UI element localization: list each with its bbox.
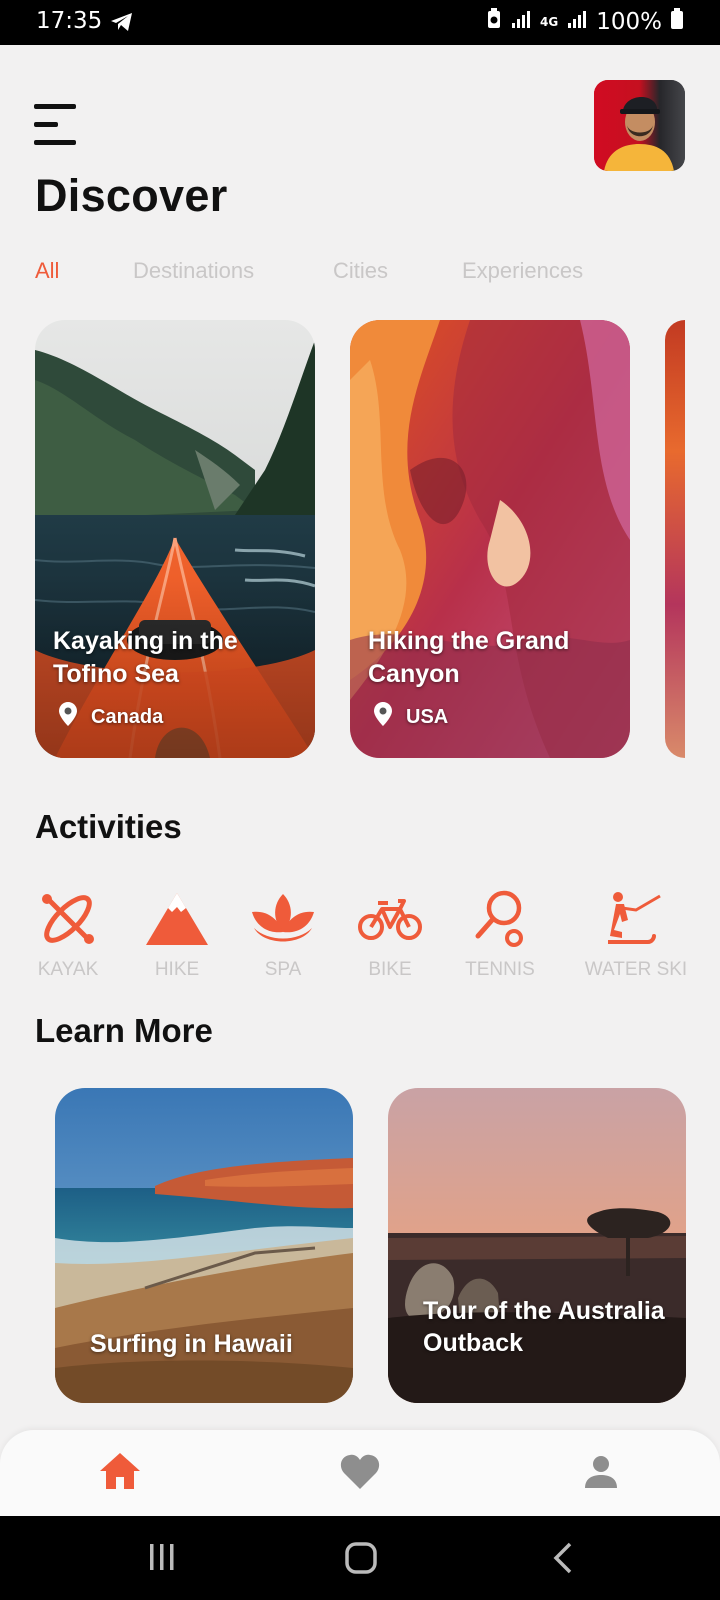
page-title: Discover xyxy=(35,170,228,221)
learn-card-surfing[interactable]: Surfing in Hawaii xyxy=(55,1088,353,1403)
activity-spa[interactable]: SPA xyxy=(228,885,338,981)
canyon-photo xyxy=(350,320,630,758)
tab-experiences[interactable]: Experiences xyxy=(462,258,583,284)
destination-card-kayaking[interactable]: Kayaking in the Tofino Sea Canada xyxy=(35,320,315,758)
water-ski-icon xyxy=(576,885,696,953)
activity-label: BIKE xyxy=(368,959,412,980)
tennis-icon xyxy=(445,885,555,953)
home-button-icon[interactable] xyxy=(345,1542,377,1579)
location-pin-icon xyxy=(59,702,77,732)
learn-card-outback[interactable]: Tour of the Australia Outback xyxy=(388,1088,686,1403)
telegram-icon xyxy=(110,11,134,39)
signal-icon-2 xyxy=(566,9,588,35)
learn-card-title: Surfing in Hawaii xyxy=(90,1330,293,1358)
activity-label: KAYAK xyxy=(37,959,99,980)
activity-tennis[interactable]: TENNIS xyxy=(445,885,555,981)
destination-location: Canada xyxy=(59,702,163,732)
destination-title: Hiking the Grand Canyon xyxy=(368,627,570,688)
signal-icon xyxy=(510,9,532,35)
kayak-icon xyxy=(13,885,123,953)
activity-hike[interactable]: HIKE xyxy=(122,885,232,981)
battery-percent: 100% xyxy=(596,9,662,35)
destination-card-partial[interactable] xyxy=(665,320,685,758)
activity-label: TENNIS xyxy=(465,959,535,980)
activity-kayak[interactable]: KAYAK xyxy=(13,885,123,981)
bottom-nav xyxy=(0,1430,720,1516)
battery-saver-icon xyxy=(486,8,502,36)
battery-icon xyxy=(670,8,684,36)
lotus-icon xyxy=(228,885,338,953)
system-nav-bar xyxy=(0,1516,720,1600)
back-icon[interactable] xyxy=(552,1542,574,1579)
location-pin-icon xyxy=(374,702,392,732)
activity-label: SPA xyxy=(264,959,302,980)
person-icon[interactable] xyxy=(584,1455,618,1494)
tab-destinations[interactable]: Destinations xyxy=(133,258,254,284)
learn-card-title: Tour of the Australia Outback xyxy=(423,1297,665,1357)
kayak-photo xyxy=(35,320,315,758)
heart-icon[interactable] xyxy=(340,1454,380,1495)
mountain-icon xyxy=(122,885,232,953)
status-right: 4G 100% xyxy=(486,8,684,36)
bike-icon xyxy=(335,885,445,953)
network-type: 4G xyxy=(540,15,559,29)
recent-apps-icon[interactable] xyxy=(148,1542,176,1577)
menu-icon[interactable] xyxy=(34,104,78,146)
avatar[interactable] xyxy=(594,80,685,171)
activity-label: HIKE xyxy=(154,959,200,980)
status-bar: 17:35 4G 100% xyxy=(0,0,720,45)
destination-location: USA xyxy=(374,702,448,732)
learn-more-title: Learn More xyxy=(35,1012,213,1049)
activity-bike[interactable]: BIKE xyxy=(335,885,445,981)
destination-title: Kayaking in the Tofino Sea xyxy=(53,627,238,688)
tab-cities[interactable]: Cities xyxy=(333,258,388,284)
location-label: Canada xyxy=(91,705,164,728)
status-time: 17:35 xyxy=(36,8,103,34)
activity-water-ski[interactable]: WATER SKI xyxy=(576,885,696,981)
tab-all[interactable]: All xyxy=(35,258,59,284)
home-icon[interactable] xyxy=(99,1452,141,1495)
location-label: USA xyxy=(406,705,449,728)
destination-card-canyon[interactable]: Hiking the Grand Canyon USA xyxy=(350,320,630,758)
activity-label: WATER SKI xyxy=(584,959,688,980)
activities-title: Activities xyxy=(35,808,182,845)
